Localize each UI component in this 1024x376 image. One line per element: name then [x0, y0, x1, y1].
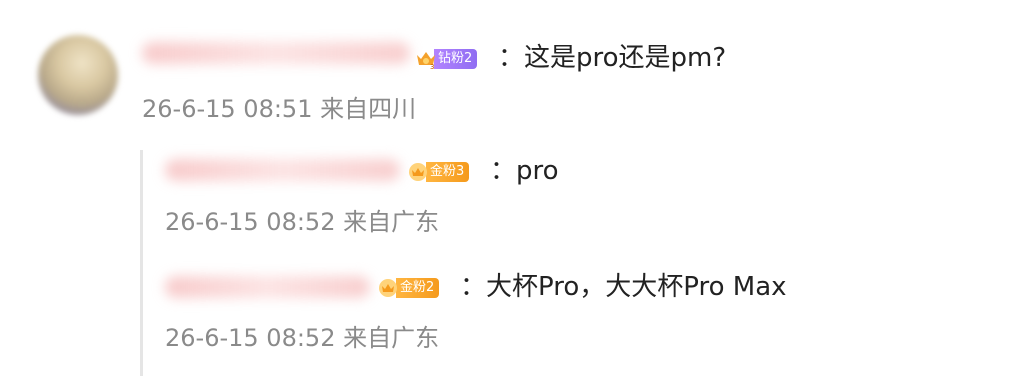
reply-thread-line	[140, 150, 143, 376]
badge-label: 钻粉2	[434, 49, 478, 69]
fan-badge[interactable]: 金粉2	[376, 276, 440, 300]
reply-username-blurred[interactable]	[165, 276, 370, 298]
comment-text: ：这是pro还是pm?	[498, 43, 727, 73]
svg-text:3: 3	[430, 63, 434, 71]
badge-label: 金粉3	[426, 162, 470, 182]
fan-badge[interactable]: 金粉3	[406, 160, 470, 184]
username-blurred[interactable]	[142, 42, 410, 64]
reply-text: ：pro	[490, 156, 559, 186]
avatar[interactable]	[38, 35, 118, 115]
crown-icon	[376, 276, 400, 300]
reply-meta: 26-6-15 08:52 来自广东	[165, 324, 440, 352]
reply-meta: 26-6-15 08:52 来自广东	[165, 208, 440, 236]
reply-text: ：大杯Pro，大大杯Pro Max	[460, 272, 787, 302]
comment-meta: 26-6-15 08:51 来自四川	[142, 95, 417, 123]
badge-label: 金粉2	[396, 278, 440, 298]
crown-icon: 3	[414, 47, 438, 71]
crown-icon	[406, 160, 430, 184]
fan-badge[interactable]: 3 钻粉2	[414, 47, 478, 71]
reply-username-blurred[interactable]	[165, 159, 400, 181]
